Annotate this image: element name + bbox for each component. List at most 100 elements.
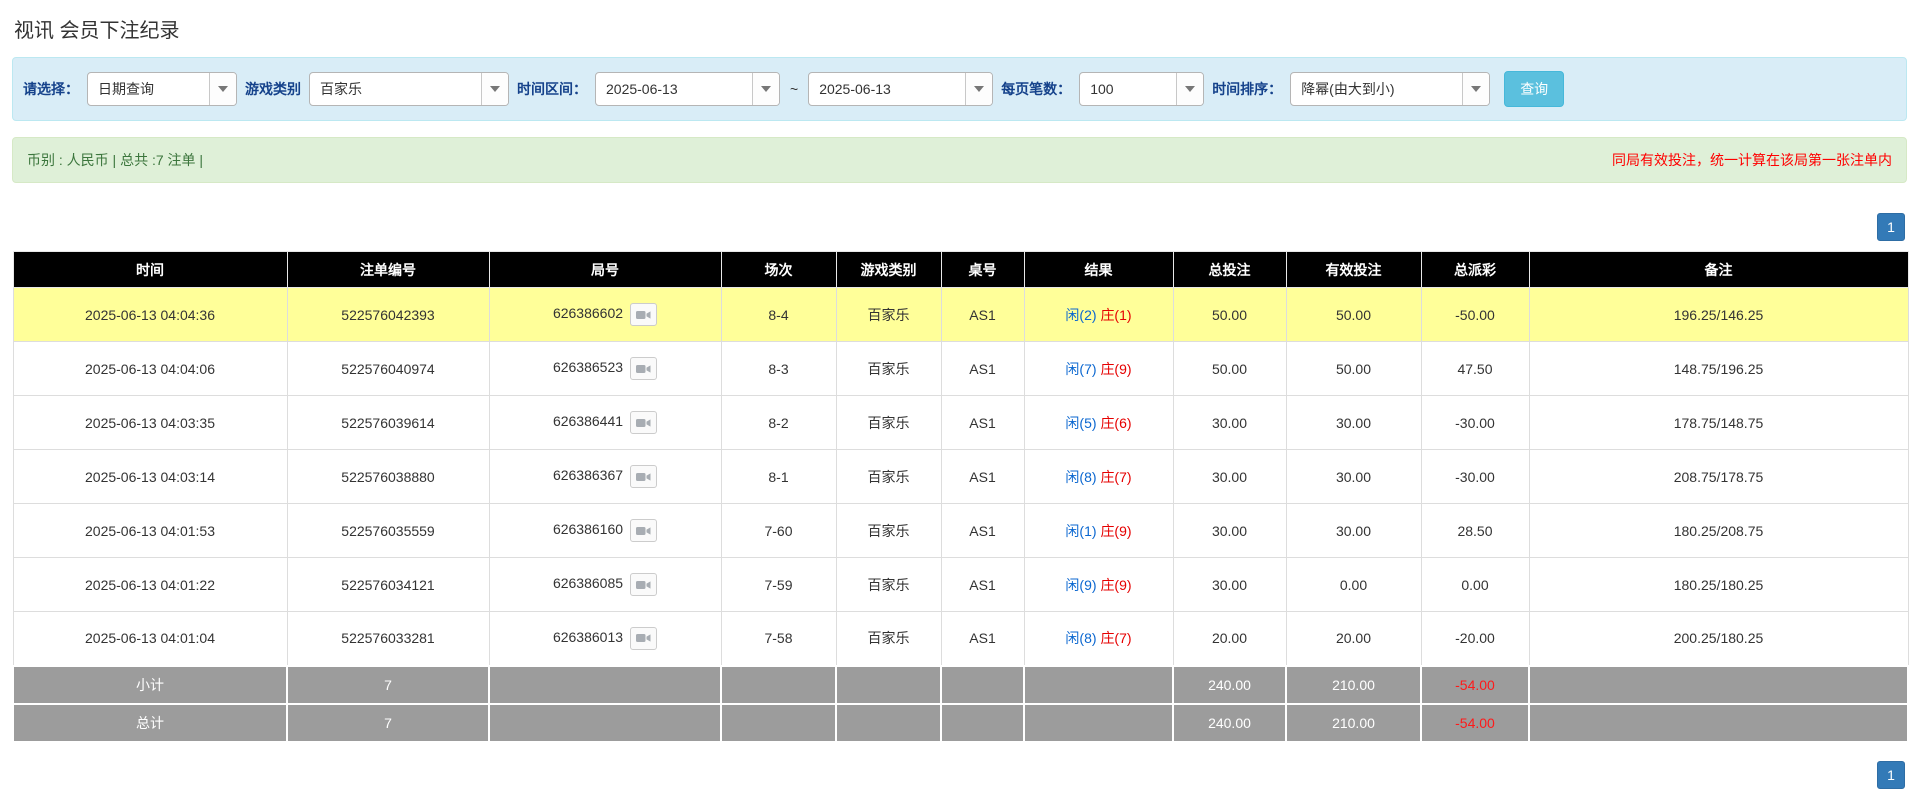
- cell-session: 7-59: [721, 558, 836, 612]
- sort-label: 时间排序：: [1212, 79, 1282, 99]
- total-bet-link[interactable]: 30.00: [1173, 504, 1286, 558]
- result-banker: 庄(7): [1100, 469, 1131, 485]
- round-id-text: 626386013: [553, 629, 623, 645]
- subtotal-valid-bet: 210.00: [1286, 666, 1421, 704]
- cell-table-no: AS1: [941, 288, 1024, 342]
- chevron-down-icon[interactable]: [965, 73, 992, 105]
- cell-bet-id: 522576038880: [287, 450, 489, 504]
- date-from-select[interactable]: 2025-06-13: [595, 72, 780, 106]
- game-type-select[interactable]: 百家乐: [309, 72, 509, 106]
- total-empty: [721, 704, 836, 742]
- cell-bet-id: 522576034121: [287, 558, 489, 612]
- result-banker: 庄(9): [1100, 577, 1131, 593]
- round-id-text: 626386367: [553, 467, 623, 483]
- cell-valid-bet: 50.00: [1286, 288, 1421, 342]
- cell-payout: 0.00: [1421, 558, 1529, 612]
- total-bet-link[interactable]: 30.00: [1173, 396, 1286, 450]
- sort-select[interactable]: 降幂(由大到小): [1290, 72, 1490, 106]
- chevron-down-icon[interactable]: [209, 73, 236, 105]
- col-round-id: 局号: [489, 252, 721, 288]
- cell-table-no: AS1: [941, 396, 1024, 450]
- round-id-text: 626386441: [553, 413, 623, 429]
- cell-time: 2025-06-13 04:01:53: [13, 504, 287, 558]
- cell-table-no: AS1: [941, 612, 1024, 666]
- query-type-select[interactable]: 日期查询: [87, 72, 237, 106]
- cell-game-type: 百家乐: [836, 288, 941, 342]
- col-payout: 总派彩: [1421, 252, 1529, 288]
- result-player: 闲(8): [1065, 630, 1096, 646]
- search-button[interactable]: 查询: [1504, 71, 1564, 107]
- cell-session: 8-3: [721, 342, 836, 396]
- cell-table-no: AS1: [941, 342, 1024, 396]
- subtotal-label: 小计: [13, 666, 287, 704]
- total-valid-bet: 210.00: [1286, 704, 1421, 742]
- total-total-bet: 240.00: [1173, 704, 1286, 742]
- video-replay-icon[interactable]: [630, 357, 657, 380]
- summary-note-text: 同局有效投注，统一计算在该局第一张注单内: [1612, 150, 1892, 170]
- cell-time: 2025-06-13 04:03:14: [13, 450, 287, 504]
- sort-value: 降幂(由大到小): [1291, 73, 1462, 105]
- cell-time: 2025-06-13 04:04:36: [13, 288, 287, 342]
- filter-bar: 请选择： 日期查询 游戏类别 百家乐 时间区间： 2025-06-13 ~ 20…: [12, 57, 1907, 121]
- cell-payout: -30.00: [1421, 396, 1529, 450]
- total-empty: [941, 704, 1024, 742]
- result-banker: 庄(6): [1100, 415, 1131, 431]
- col-game-type: 游戏类别: [836, 252, 941, 288]
- date-to-select[interactable]: 2025-06-13: [808, 72, 993, 106]
- cell-result: 闲(8) 庄(7): [1024, 612, 1173, 666]
- cell-round-id: 626386602: [489, 288, 721, 342]
- result-banker: 庄(9): [1100, 523, 1131, 539]
- subtotal-empty: [836, 666, 941, 704]
- cell-payout: -20.00: [1421, 612, 1529, 666]
- page-1-button[interactable]: 1: [1877, 761, 1905, 789]
- video-replay-icon[interactable]: [630, 303, 657, 326]
- result-player: 闲(2): [1065, 307, 1096, 323]
- cell-round-id: 626386085: [489, 558, 721, 612]
- total-bet-link[interactable]: 30.00: [1173, 558, 1286, 612]
- chevron-down-icon[interactable]: [481, 73, 508, 105]
- cell-table-no: AS1: [941, 558, 1024, 612]
- cell-session: 8-1: [721, 450, 836, 504]
- total-empty: [1529, 704, 1908, 742]
- subtotal-empty: [941, 666, 1024, 704]
- video-replay-icon[interactable]: [630, 627, 657, 650]
- video-replay-icon[interactable]: [630, 465, 657, 488]
- date-to-value: 2025-06-13: [809, 73, 965, 105]
- game-type-value: 百家乐: [310, 73, 481, 105]
- total-bet-link[interactable]: 50.00: [1173, 288, 1286, 342]
- result-player: 闲(5): [1065, 415, 1096, 431]
- cell-round-id: 626386367: [489, 450, 721, 504]
- subtotal-empty: [1024, 666, 1173, 704]
- video-replay-icon[interactable]: [630, 573, 657, 596]
- total-bet-link[interactable]: 30.00: [1173, 450, 1286, 504]
- table-row: 2025-06-13 04:04:06 522576040974 6263865…: [13, 342, 1908, 396]
- cell-bet-id: 522576040974: [287, 342, 489, 396]
- table-header-row: 时间 注单编号 局号 场次 游戏类别 桌号 结果 总投注 有效投注 总派彩 备注: [13, 252, 1908, 288]
- page-1-button[interactable]: 1: [1877, 213, 1905, 241]
- cell-valid-bet: 0.00: [1286, 558, 1421, 612]
- chevron-down-icon[interactable]: [1176, 73, 1203, 105]
- chevron-down-icon[interactable]: [752, 73, 779, 105]
- round-id-text: 626386523: [553, 359, 623, 375]
- betting-records-table: 时间 注单编号 局号 场次 游戏类别 桌号 结果 总投注 有效投注 总派彩 备注…: [12, 251, 1909, 743]
- page-size-value: 100: [1080, 73, 1176, 105]
- video-replay-icon[interactable]: [630, 411, 657, 434]
- chevron-down-icon[interactable]: [1462, 73, 1489, 105]
- cell-game-type: 百家乐: [836, 450, 941, 504]
- total-bet-link[interactable]: 20.00: [1173, 612, 1286, 666]
- cell-note: 200.25/180.25: [1529, 612, 1908, 666]
- cell-result: 闲(1) 庄(9): [1024, 504, 1173, 558]
- cell-time: 2025-06-13 04:03:35: [13, 396, 287, 450]
- page-size-select[interactable]: 100: [1079, 72, 1204, 106]
- cell-note: 180.25/208.75: [1529, 504, 1908, 558]
- total-count: 7: [287, 704, 489, 742]
- subtotal-empty: [721, 666, 836, 704]
- cell-time: 2025-06-13 04:04:06: [13, 342, 287, 396]
- total-bet-link[interactable]: 50.00: [1173, 342, 1286, 396]
- round-id-text: 626386160: [553, 521, 623, 537]
- cell-note: 208.75/178.75: [1529, 450, 1908, 504]
- video-replay-icon[interactable]: [630, 519, 657, 542]
- summary-bar: 币别 : 人民币 | 总共 :7 注单 | 同局有效投注，统一计算在该局第一张注…: [12, 137, 1907, 183]
- col-valid-bet: 有效投注: [1286, 252, 1421, 288]
- cell-game-type: 百家乐: [836, 504, 941, 558]
